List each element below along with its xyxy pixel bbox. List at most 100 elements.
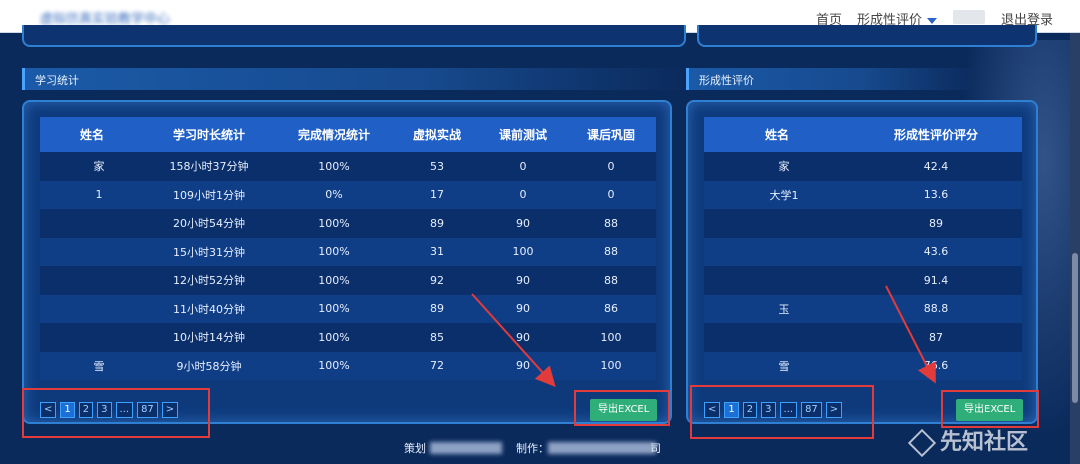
redacted-name	[756, 189, 770, 202]
annotation-box-right-export	[941, 390, 1039, 428]
table-row: 15小时31分钟 100% 31 100 88	[40, 237, 656, 266]
footer-maker-value-blurred	[548, 442, 656, 454]
student-name-cell	[40, 294, 144, 323]
redacted-name	[770, 217, 784, 230]
table-cell: 100%	[274, 152, 394, 181]
table-cell: 100%	[274, 237, 394, 266]
footer-maker-suffix: 司	[650, 442, 661, 455]
table-cell: 100%	[274, 266, 394, 295]
table-row: 20小时54分钟 100% 89 90 88	[40, 209, 656, 238]
table-cell: 0	[566, 180, 656, 209]
student-name-suffix: 1	[95, 188, 103, 202]
table-cell: 158小时37分钟	[144, 152, 274, 181]
table-cell: 100	[480, 237, 566, 266]
table-row: 大学1 13.6	[704, 180, 1022, 209]
section-header-formative-eval: 形成性评价	[686, 68, 976, 90]
column-header[interactable]: 姓名	[40, 117, 144, 152]
column-header[interactable]: 完成情况统计	[274, 117, 394, 152]
redacted-name	[85, 331, 99, 344]
redacted-name	[80, 160, 94, 173]
table-cell: 100%	[274, 209, 394, 238]
column-header[interactable]: 课后巩固	[566, 117, 656, 152]
table-row: 10小时14分钟 100% 85 90 100	[40, 323, 656, 352]
study-stats-table: 姓名 学习时长统计 完成情况统计 虚拟实战 课前测试 课后巩固 家 158小时37…	[40, 117, 656, 380]
table-cell: 53	[394, 152, 480, 181]
table-cell: 89	[394, 294, 480, 323]
table-row: 雪 76.6	[704, 351, 1022, 380]
study-stats-panel: 姓名 学习时长统计 完成情况统计 虚拟实战 课前测试 课后巩固 家 158小时37…	[22, 100, 672, 424]
redacted-name	[770, 274, 784, 287]
score-cell: 88.8	[850, 294, 1022, 323]
table-cell: 100	[566, 351, 656, 380]
section-header-study-stats: 学习统计	[22, 68, 686, 90]
table-cell: 9小时58分钟	[144, 351, 274, 380]
score-cell: 43.6	[850, 237, 1022, 266]
table-cell: 11小时40分钟	[144, 294, 274, 323]
student-name-suffix: 家	[778, 160, 790, 174]
table-cell: 0	[480, 180, 566, 209]
table-cell: 89	[394, 209, 480, 238]
previous-panel-bottom-left	[22, 25, 686, 47]
table-cell: 72	[394, 351, 480, 380]
redacted-name	[765, 160, 779, 173]
table-row: 11小时40分钟 100% 89 90 86	[40, 294, 656, 323]
student-name-cell: 1	[40, 180, 144, 209]
table-cell: 88	[566, 266, 656, 295]
redacted-name	[770, 245, 784, 258]
table-cell: 100%	[274, 351, 394, 380]
student-name-cell	[40, 209, 144, 238]
table-cell: 10小时14分钟	[144, 323, 274, 352]
student-name-cell: 家	[40, 152, 144, 181]
formative-eval-table: 姓名 形成性评价评分 家 42.4 大学1 13.6 89 43.6 91.4 玉 8…	[704, 117, 1022, 380]
student-name-cell	[704, 237, 850, 266]
table-cell: 100%	[274, 323, 394, 352]
section-title: 学习统计	[35, 74, 79, 87]
table-row: 1 109小时1分钟 0% 17 0 0	[40, 180, 656, 209]
table-row: 家 42.4	[704, 152, 1022, 181]
column-header[interactable]: 课前测试	[480, 117, 566, 152]
student-name-cell	[704, 266, 850, 295]
table-cell: 0	[566, 152, 656, 181]
column-header[interactable]: 形成性评价评分	[850, 117, 1022, 152]
previous-panel-bottom-right	[697, 25, 1037, 47]
redacted-name	[85, 217, 99, 230]
redacted-name	[765, 303, 779, 316]
student-name-cell: 雪	[704, 351, 850, 380]
student-name-suffix: 大学1	[769, 188, 799, 202]
redacted-name	[80, 360, 94, 373]
table-header-row: 姓名 形成性评价评分	[704, 117, 1022, 152]
footer-maker-label: 制作：	[516, 442, 549, 455]
student-name-cell	[40, 237, 144, 266]
table-row: 12小时52分钟 100% 92 90 88	[40, 266, 656, 295]
score-cell: 89	[850, 209, 1022, 238]
column-header[interactable]: 学习时长统计	[144, 117, 274, 152]
student-name-cell	[40, 323, 144, 352]
table-cell: 90	[480, 294, 566, 323]
scrollbar-thumb[interactable]	[1072, 253, 1078, 403]
table-cell: 0	[480, 152, 566, 181]
table-cell: 86	[566, 294, 656, 323]
student-name-cell: 雪	[40, 351, 144, 380]
page-scrollbar[interactable]	[1070, 33, 1080, 464]
redacted-name	[85, 302, 99, 315]
student-name-cell	[704, 323, 850, 352]
table-row: 91.4	[704, 266, 1022, 295]
score-cell: 91.4	[850, 266, 1022, 295]
column-header[interactable]: 姓名	[704, 117, 850, 152]
table-cell: 90	[480, 323, 566, 352]
student-name-suffix: 家	[93, 160, 105, 174]
table-cell: 20小时54分钟	[144, 209, 274, 238]
table-cell: 0%	[274, 180, 394, 209]
redacted-name	[770, 331, 784, 344]
redacted-name	[82, 188, 96, 201]
table-cell: 15小时31分钟	[144, 237, 274, 266]
user-name-blurred[interactable]	[953, 10, 985, 24]
student-name-cell: 大学1	[704, 180, 850, 209]
table-cell: 90	[480, 351, 566, 380]
table-cell: 31	[394, 237, 480, 266]
table-cell: 100%	[274, 294, 394, 323]
column-header[interactable]: 虚拟实战	[394, 117, 480, 152]
student-name-cell	[40, 266, 144, 295]
watermark: 先知社区	[907, 424, 1028, 458]
table-cell: 88	[566, 209, 656, 238]
